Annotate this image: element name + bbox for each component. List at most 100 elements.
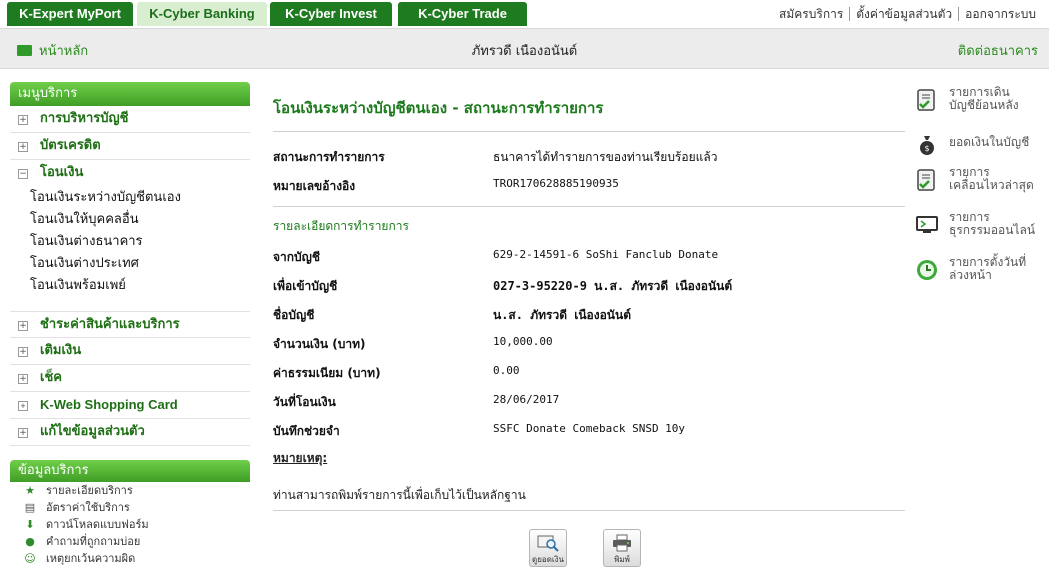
quick-links: รายการเดิน บัญชีย้อนหลัง $ ยอดเงินในบัญชี…	[915, 86, 1045, 301]
expand-icon[interactable]: +	[18, 428, 28, 438]
collapse-icon[interactable]: −	[18, 169, 28, 179]
magnifier-icon	[537, 535, 559, 552]
status-value: ธนาคารได้ทำรายการของท่านเรียบร้อยแล้ว	[493, 150, 718, 164]
quick-link-label: ยอดเงินในบัญชี	[949, 135, 1030, 149]
note-label: หมายเหตุ:	[273, 451, 328, 465]
fee-row: ค่าธรรมเนียม (บาท) 0.00	[273, 356, 905, 385]
print-button[interactable]: พิมพ์	[603, 529, 641, 567]
svg-text:$: $	[924, 144, 929, 153]
amount-row: จำนวนเงิน (บาท) 10,000.00	[273, 327, 905, 356]
memo-row: บันทึกช่วยจำ SSFC Donate Comeback SNSD 1…	[273, 414, 905, 443]
quick-link-label: ธุรกรรมออนไลน์	[949, 223, 1036, 237]
expand-icon[interactable]: +	[18, 347, 28, 357]
row-value: 629-2-14591-6 SoShi Fanclub Donate	[493, 248, 719, 261]
tab-kcyber-invest[interactable]: K-Cyber Invest	[270, 2, 392, 26]
row-value: 0.00	[493, 364, 520, 377]
quick-link-scheduled[interactable]: รายการตั้งวันที่ ล่วงหน้า	[915, 256, 1045, 296]
quick-link-label: ล่วงหน้า	[949, 268, 992, 282]
info-item-download-forms[interactable]: ⬇ ดาวน์โหลดแบบฟอร์ม	[10, 516, 250, 533]
menu-item-bill-payment[interactable]: + ชำระค่าสินค้าและบริการ	[10, 311, 250, 338]
row-value: 28/06/2017	[493, 393, 560, 406]
row-label: เพื่อเข้าบัญชี	[273, 279, 338, 293]
expand-icon[interactable]: +	[18, 374, 28, 384]
details-section-title: รายละเอียดการทำรายการ	[273, 206, 905, 240]
logout-link[interactable]: ออกจากระบบ	[960, 7, 1041, 21]
submenu-own-account-transfer[interactable]: โอนเงินระหว่างบัญชีตนเอง	[10, 187, 250, 209]
reference-row: หมายเลขอ้างอิง TROR170628885190935	[273, 169, 905, 198]
menu-item-credit-card[interactable]: + บัตรเครดิต	[10, 133, 250, 160]
reference-label: หมายเลขอ้างอิง	[273, 179, 356, 193]
tab-kexpert-myport[interactable]: K-Expert MyPort	[7, 2, 133, 26]
menu-item-label: แก้ไขข้อมูลส่วนตัว	[40, 424, 145, 439]
view-balance-label: ดูยอดเงิน	[532, 555, 564, 564]
account-name-row: ชื่อบัญชี น.ส. ภัทรวดี เนืองอนันต์	[273, 298, 905, 327]
print-label: พิมพ์	[614, 555, 630, 564]
register-link[interactable]: สมัครบริการ	[774, 7, 848, 21]
top-links: สมัครบริการ ตั้งค่าข้อมูลส่วนตัว ออกจากระบ…	[774, 5, 1041, 24]
info-item-service-details[interactable]: ★ รายละเอียดบริการ	[10, 482, 250, 499]
quick-link-balance[interactable]: $ ยอดเงินในบัญชี	[915, 131, 1045, 161]
quick-link-statement[interactable]: รายการเดิน บัญชีย้อนหลัง	[915, 86, 1045, 126]
row-value: 10,000.00	[493, 335, 553, 348]
menu-item-transfer[interactable]: − โอนเงิน	[10, 160, 250, 187]
menu-item-label: K-Web Shopping Card	[40, 397, 178, 412]
row-value: น.ส. ภัทรวดี เนืองอนันต์	[493, 308, 631, 322]
info-item-label: คำถามที่ถูกถามบ่อย	[46, 535, 141, 548]
statement-icon	[917, 89, 935, 111]
info-item-label: เหตุยกเว้นความผิด	[46, 552, 136, 565]
top-navigation: K-Expert MyPort K-Cyber Banking K-Cyber …	[0, 0, 1049, 26]
row-label: บันทึกช่วยจำ	[273, 424, 340, 438]
page-title: โอนเงินระหว่างบัญชีตนเอง - สถานะการทำราย…	[273, 96, 905, 132]
view-balance-button[interactable]: ดูยอดเงิน	[529, 529, 567, 567]
recent-icon	[917, 169, 935, 191]
settings-link[interactable]: ตั้งค่าข้อมูลส่วนตัว	[851, 7, 957, 21]
info-item-faq[interactable]: ● คำถามที่ถูกถามบ่อย	[10, 533, 250, 550]
menu-item-edit-profile[interactable]: + แก้ไขข้อมูลส่วนตัว	[10, 419, 250, 446]
download-icon: ⬇	[25, 518, 35, 531]
row-label: จำนวนเงิน (บาท)	[273, 337, 366, 351]
submenu-interbank-transfer[interactable]: โอนเงินต่างธนาคาร	[10, 231, 250, 253]
info-item-label: รายละเอียดบริการ	[46, 484, 133, 497]
reference-value: TROR170628885190935	[493, 177, 619, 190]
menu-item-kweb-shopping-card[interactable]: + K-Web Shopping Card	[10, 392, 250, 419]
info-item-service-fees[interactable]: ▤ อัตราค่าใช้บริการ	[10, 499, 250, 516]
star-icon: ★	[25, 484, 35, 497]
handshake-icon: ☺	[24, 552, 36, 565]
submenu-international-transfer[interactable]: โอนเงินต่างประเทศ	[10, 253, 250, 275]
menu-item-cheque[interactable]: + เช็ค	[10, 365, 250, 392]
row-label: ค่าธรรมเนียม (บาท)	[273, 366, 381, 380]
info-item-disclaimer[interactable]: ☺ เหตุยกเว้นความผิด	[10, 550, 250, 567]
quick-link-online[interactable]: รายการ ธุรกรรมออนไลน์	[915, 211, 1045, 251]
transaction-status-panel: โอนเงินระหว่างบัญชีตนเอง - สถานะการทำราย…	[273, 82, 905, 567]
menu-item-label: บัตรเครดิต	[40, 138, 101, 153]
row-value: 027-3-95220-9 น.ส. ภัทรวดี เนืองอนันต์	[493, 279, 733, 293]
expand-icon[interactable]: +	[18, 401, 28, 411]
printer-icon	[613, 534, 631, 552]
quick-link-label: บัญชีย้อนหลัง	[949, 98, 1019, 112]
status-label: สถานะการทำรายการ	[273, 150, 385, 164]
menu-item-label: เช็ค	[40, 370, 62, 385]
menu-item-label: เติมเงิน	[40, 343, 82, 358]
from-account-row: จากบัญชี 629-2-14591-6 SoShi Fanclub Don…	[273, 240, 905, 269]
submenu-promptpay-transfer[interactable]: โอนเงินพร้อมเพย์	[10, 275, 250, 297]
expand-icon[interactable]: +	[18, 142, 28, 152]
online-icon	[916, 216, 938, 233]
menu-item-label: ชำระค่าสินค้าและบริการ	[40, 317, 180, 332]
tab-kcyber-banking[interactable]: K-Cyber Banking	[137, 2, 267, 26]
expand-icon[interactable]: +	[18, 321, 28, 331]
note-text: ท่านสามารถพิมพ์รายการนี้เพื่อเก็บไว้เป็น…	[273, 486, 905, 511]
menu-item-account-management[interactable]: + การบริหารบัญชี	[10, 106, 250, 133]
menu-item-top-up[interactable]: + เติมเงิน	[10, 338, 250, 365]
to-account-row: เพื่อเข้าบัญชี 027-3-95220-9 น.ส. ภัทรวด…	[273, 269, 905, 298]
tab-kcyber-trade[interactable]: K-Cyber Trade	[398, 2, 527, 26]
quick-link-recent[interactable]: รายการ เคลื่อนไหวล่าสุด	[915, 166, 1045, 206]
row-label: จากบัญชี	[273, 250, 321, 264]
calculator-icon: ▤	[24, 501, 36, 514]
faq-icon: ●	[25, 535, 35, 548]
contact-bank-link[interactable]: ติดต่อธนาคาร	[958, 40, 1038, 61]
menu-item-label: โอนเงิน	[40, 165, 84, 180]
expand-icon[interactable]: +	[18, 115, 28, 125]
quick-link-label: เคลื่อนไหวล่าสุด	[949, 178, 1034, 192]
info-item-label: อัตราค่าใช้บริการ	[46, 501, 130, 514]
submenu-transfer-to-others[interactable]: โอนเงินให้บุคคลอื่น	[10, 209, 250, 231]
